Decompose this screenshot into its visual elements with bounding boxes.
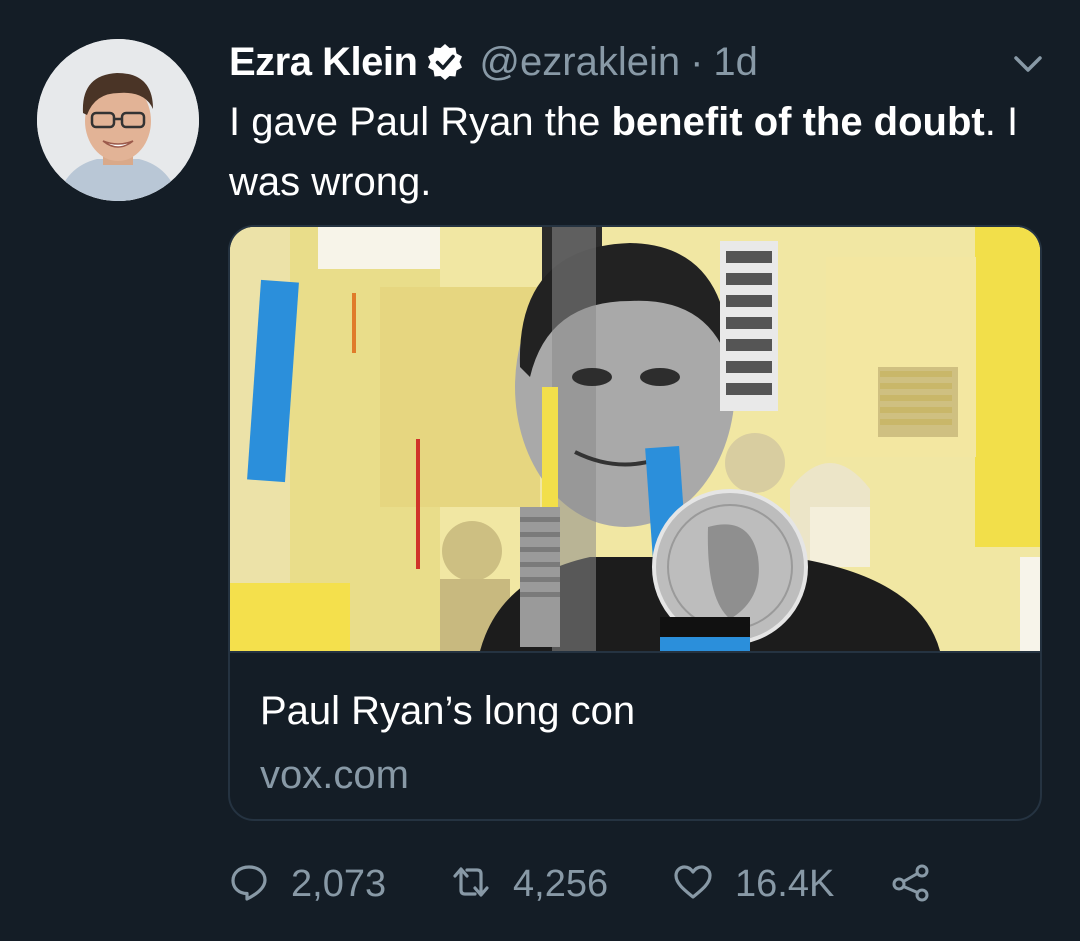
verified-icon <box>425 42 465 82</box>
tweet-actions: 2,073 4,256 16.4K <box>229 858 989 910</box>
share-icon <box>891 862 931 907</box>
reply-icon <box>229 862 269 907</box>
retweet-count: 4,256 <box>513 862 609 905</box>
avatar[interactable] <box>37 39 199 201</box>
card-body[interactable]: Paul Ryan’s long con vox.com <box>230 651 1040 819</box>
chevron-down-icon[interactable] <box>1010 50 1046 78</box>
card-title[interactable]: Paul Ryan’s long con <box>260 689 635 734</box>
tweet-text-part: I gave Paul Ryan the <box>229 100 612 144</box>
link-card[interactable]: Paul Ryan’s long con vox.com <box>228 225 1042 821</box>
retweet-icon <box>451 862 491 907</box>
share-button[interactable] <box>891 858 931 910</box>
tweet-timestamp[interactable]: 1d <box>713 40 758 85</box>
reply-button[interactable]: 2,073 <box>229 858 386 910</box>
like-count: 16.4K <box>735 862 835 905</box>
reply-count: 2,073 <box>291 862 387 905</box>
card-domain: vox.com <box>260 753 409 797</box>
like-button[interactable]: 16.4K <box>673 858 834 910</box>
like-icon <box>673 862 713 907</box>
card-image <box>230 227 1040 651</box>
tweet-header: Ezra Klein @ezraklein · 1d <box>229 34 758 90</box>
author-handle[interactable]: @ezraklein <box>479 40 680 85</box>
author-name[interactable]: Ezra Klein <box>229 40 418 85</box>
tweet[interactable]: Ezra Klein @ezraklein · 1d I gave Paul R… <box>0 0 1080 941</box>
retweet-button[interactable]: 4,256 <box>451 858 608 910</box>
tweet-text: I gave Paul Ryan the benefit of the doub… <box>229 92 1029 212</box>
separator-dot: · <box>690 39 704 84</box>
tweet-text-bold: benefit of the doubt <box>611 100 985 144</box>
